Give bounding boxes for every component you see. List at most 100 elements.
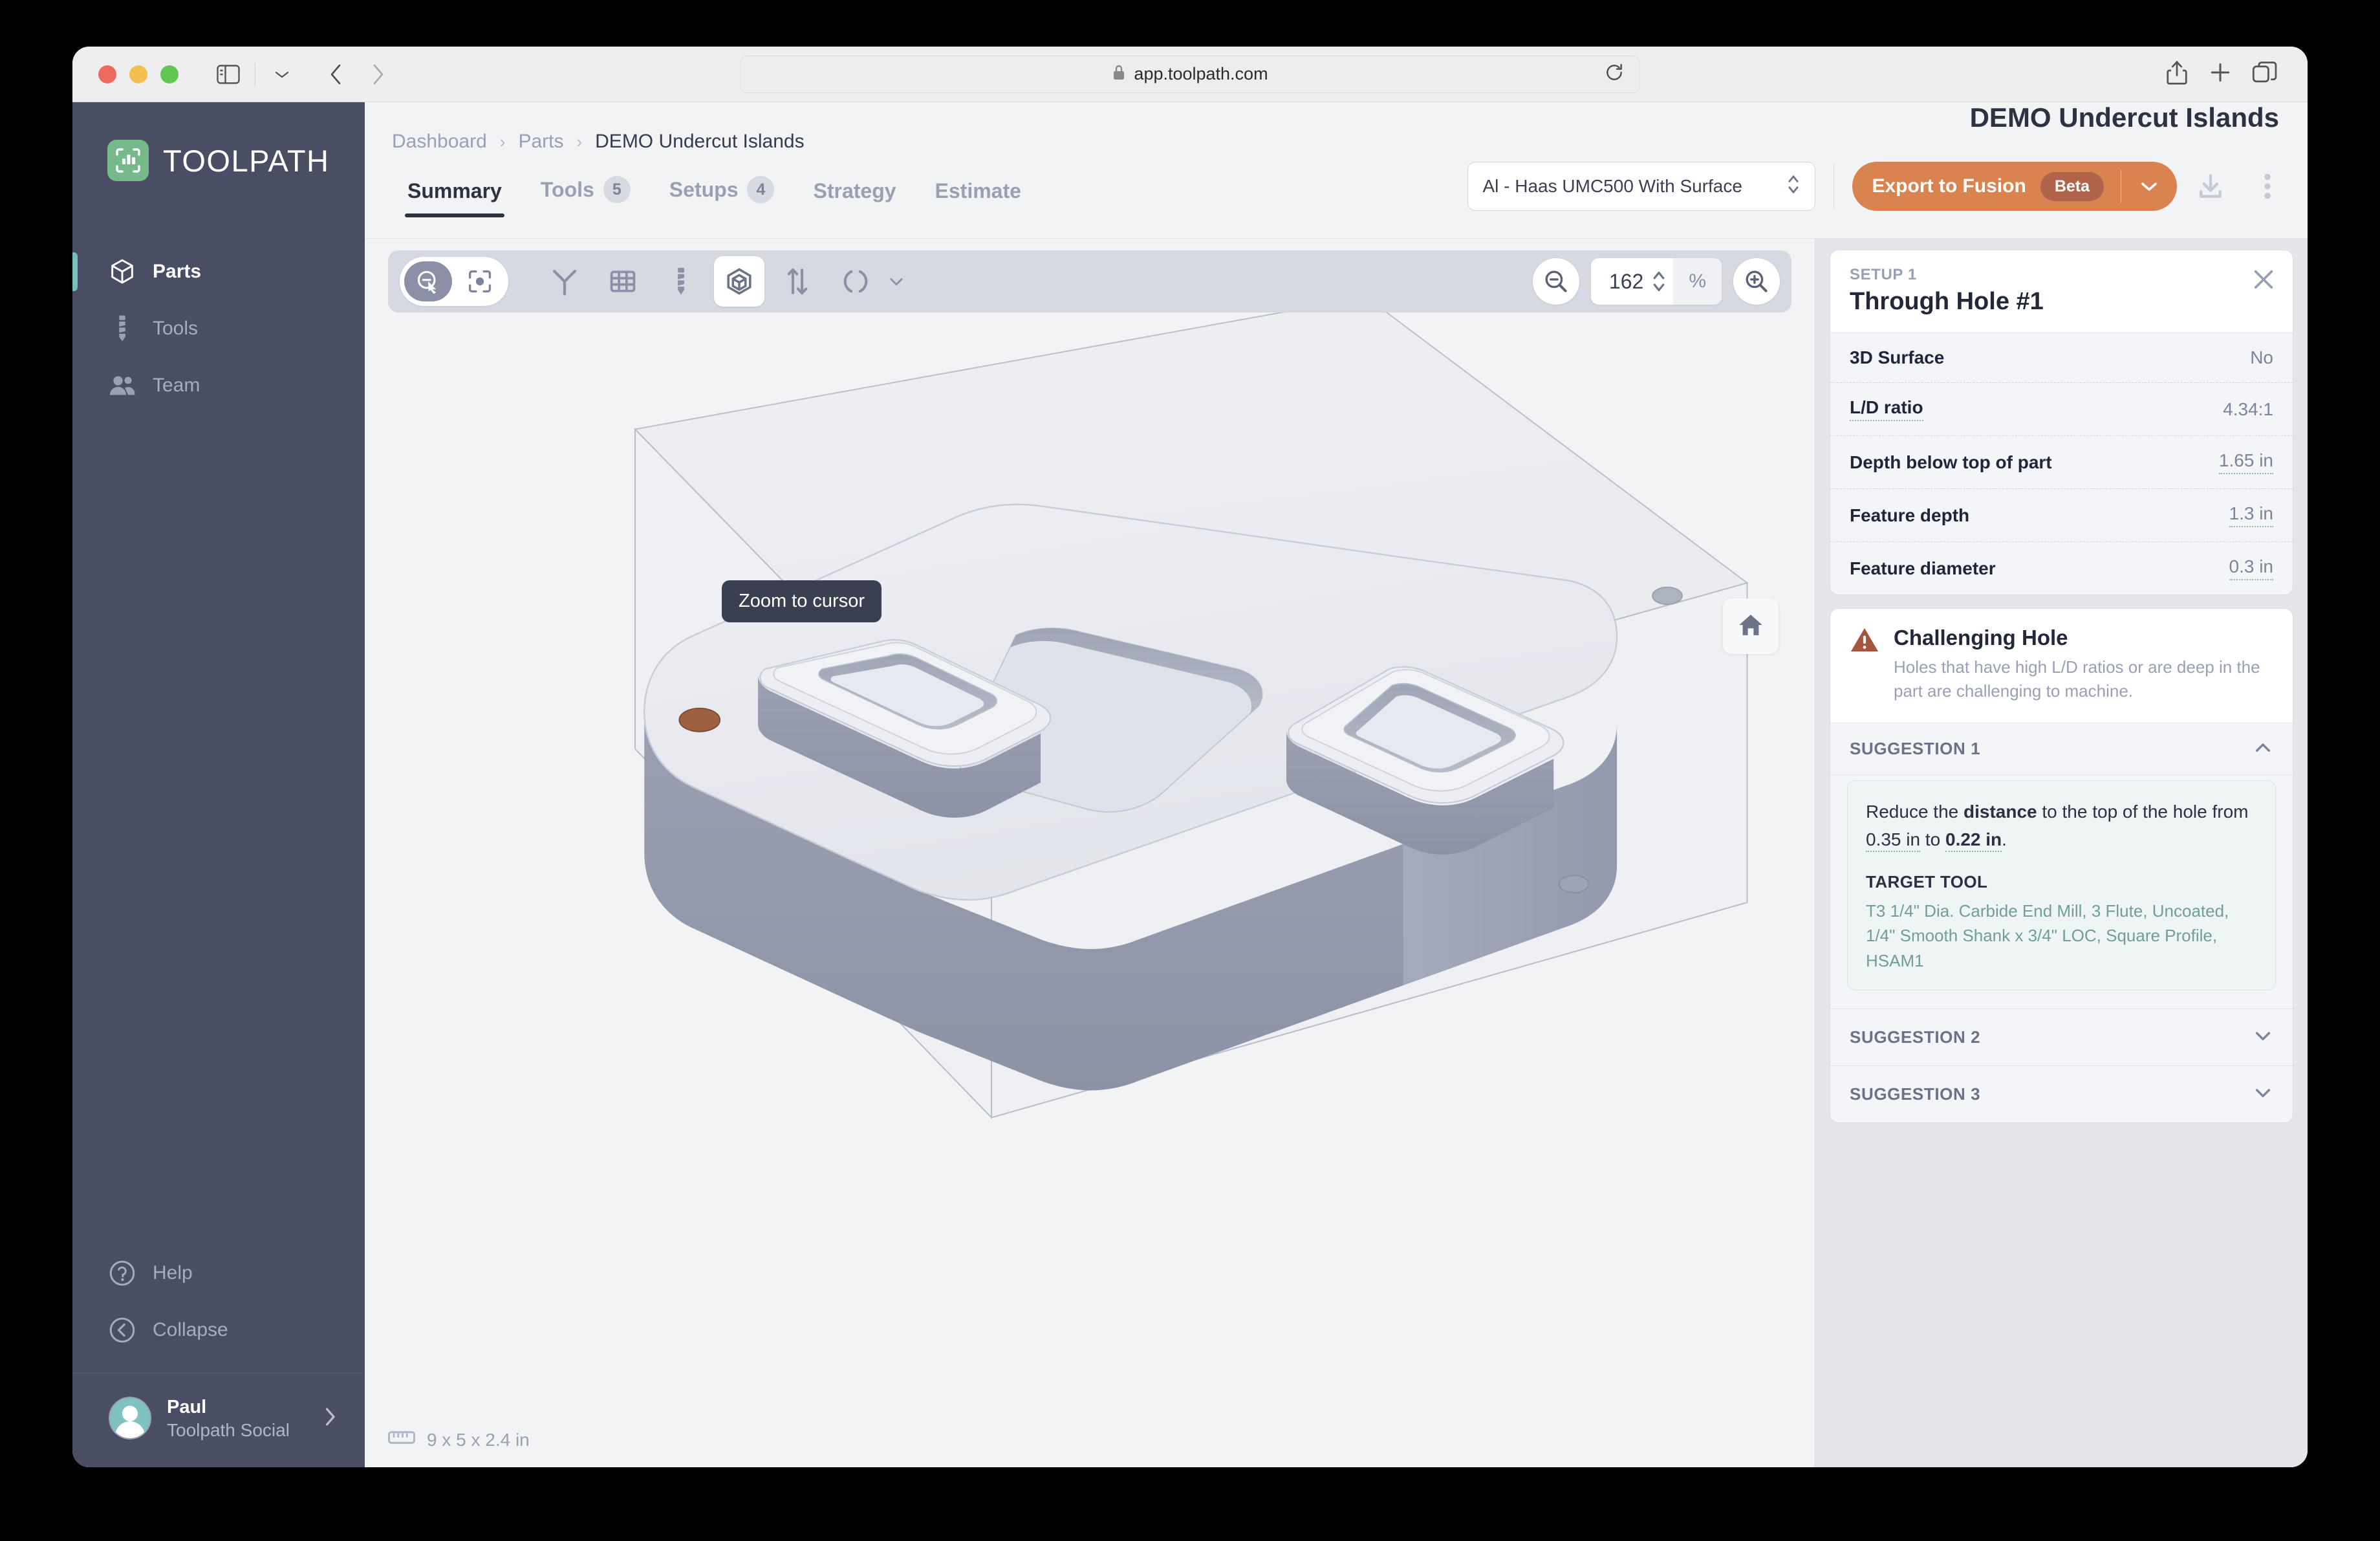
sidebar-item-tools[interactable]: Tools [72, 300, 365, 357]
property-key[interactable]: L/D ratio [1850, 397, 1923, 421]
tab-badge: 5 [603, 176, 631, 203]
close-icon[interactable] [2253, 268, 2275, 294]
tab-tools[interactable]: Tools 5 [521, 176, 650, 217]
chevron-down-icon[interactable] [2253, 1084, 2273, 1104]
zoom-to-fit-icon[interactable] [456, 261, 504, 301]
breadcrumb-separator: › [500, 132, 506, 152]
suggestion-2-header[interactable]: SUGGESTION 2 [1830, 1009, 2293, 1066]
browser-chrome: app.toolpath.com [72, 47, 2308, 102]
breadcrumb-item-parts[interactable]: Parts [518, 131, 563, 153]
chevron-updown-icon [1786, 171, 1801, 202]
maximize-window-button[interactable] [160, 65, 178, 83]
part-3d-model [365, 239, 1815, 1345]
tab-overview-icon[interactable] [2252, 60, 2278, 88]
setup-label: SETUP 1 [1850, 266, 2273, 284]
export-dropdown-chevron-down-icon[interactable] [2121, 180, 2177, 193]
suggestion-text: Reduce the distance to the top of the ho… [1866, 798, 2257, 854]
axis-icon[interactable] [539, 256, 590, 307]
chevron-left-circle-icon [109, 1317, 136, 1344]
page-header: Dashboard › Parts › DEMO Undercut Island… [365, 102, 2308, 217]
user-account-button[interactable]: Paul Toolpath Social [72, 1373, 365, 1467]
tab-estimate[interactable]: Estimate [916, 179, 1041, 217]
tab-label: Summary [407, 179, 502, 203]
home-icon [1736, 610, 1766, 643]
main-area: Dashboard › Parts › DEMO Undercut Island… [365, 102, 2308, 1467]
sidebar-item-label: Collapse [153, 1319, 228, 1341]
browser-window: app.toolpath.com [72, 47, 2308, 1467]
target-tool-label: TARGET TOOL [1866, 872, 2257, 892]
download-icon[interactable] [2187, 163, 2234, 210]
minimize-window-button[interactable] [129, 65, 147, 83]
tab-summary[interactable]: Summary [388, 179, 521, 217]
tool-icon[interactable] [656, 256, 706, 307]
grid-icon[interactable] [598, 256, 648, 307]
tab-setups[interactable]: Setups 4 [650, 176, 794, 217]
lock-icon [1112, 63, 1126, 85]
close-window-button[interactable] [98, 65, 116, 83]
suggestion-1-header[interactable]: SUGGESTION 1 [1830, 723, 2293, 775]
property-row: Feature diameter 0.3 in [1830, 542, 2293, 595]
chevron-down-icon[interactable] [265, 57, 299, 92]
sidebar-item-label: Help [153, 1262, 193, 1284]
part-solid-icon[interactable] [714, 256, 764, 307]
sidebar-item-parts[interactable]: Parts [72, 243, 365, 300]
breadcrumb-item-dashboard[interactable]: Dashboard [392, 131, 487, 153]
viewer-toolbar: 162 % [388, 250, 1791, 312]
zoom-to-cursor-icon[interactable] [404, 261, 452, 301]
window-traffic-lights[interactable] [98, 65, 178, 83]
sidebar-item-collapse[interactable]: Collapse [72, 1302, 365, 1359]
suggestion-3-header[interactable]: SUGGESTION 3 [1830, 1066, 2293, 1122]
share-icon[interactable] [2165, 59, 2189, 89]
flip-icon[interactable] [772, 256, 823, 307]
chevron-right-icon [322, 1405, 338, 1432]
zoom-stepper[interactable] [1651, 267, 1673, 296]
property-value[interactable]: 1.65 in [2219, 450, 2273, 474]
suggestion-label: SUGGESTION 2 [1850, 1027, 1980, 1047]
sidebar-item-label: Tools [153, 318, 198, 340]
breadcrumb-separator: › [576, 132, 582, 152]
property-key: Feature diameter [1850, 558, 1996, 579]
property-value[interactable]: 1.3 in [2229, 503, 2274, 527]
sidebar-item-team[interactable]: Team [72, 357, 365, 414]
question-circle-icon [109, 1260, 136, 1287]
more-vertical-icon[interactable] [2244, 163, 2291, 210]
zoom-level-input[interactable]: 162 % [1591, 258, 1722, 305]
breadcrumb-item-current: DEMO Undercut Islands [595, 131, 804, 153]
zoom-unit: % [1673, 258, 1722, 305]
tab-strategy[interactable]: Strategy [794, 179, 915, 217]
back-chevron-icon[interactable] [319, 57, 354, 92]
chevron-down-icon[interactable] [881, 256, 912, 307]
warning-card: Challenging Hole Holes that have high L/… [1830, 608, 2293, 1123]
property-value[interactable]: 0.3 in [2229, 556, 2274, 580]
sidebar-item-help[interactable]: Help [72, 1245, 365, 1302]
suggestion-value-to[interactable]: 0.22 in [1945, 829, 2002, 852]
zoom-in-icon[interactable] [1733, 258, 1780, 305]
reload-icon[interactable] [1604, 62, 1625, 86]
suggestion-value-from[interactable]: 0.35 in [1866, 829, 1920, 852]
plus-icon[interactable] [2208, 60, 2233, 88]
zoom-mode-segmented-control[interactable] [400, 257, 508, 306]
suggestion-text-end: . [2002, 829, 2007, 849]
chevron-down-icon[interactable] [2253, 1027, 2273, 1047]
machine-select[interactable]: Al - Haas UMC500 With Surface [1467, 162, 1815, 211]
tab-label: Estimate [935, 179, 1021, 203]
forward-chevron-icon[interactable] [360, 57, 395, 92]
target-tool-value[interactable]: T3 1/4" Dia. Carbide End Mill, 3 Flute, … [1866, 899, 2257, 973]
rotate-icon[interactable] [830, 256, 881, 307]
home-view-button[interactable] [1723, 598, 1779, 654]
avatar [109, 1397, 151, 1439]
part-dimensions: 9 x 5 x 2.4 in [388, 1429, 530, 1450]
warning-triangle-icon [1850, 626, 1879, 703]
warning-title: Challenging Hole [1894, 626, 2273, 650]
export-to-fusion-button[interactable]: Export to Fusion Beta [1852, 162, 2177, 211]
brand[interactable]: TOOLPATH [72, 102, 365, 181]
page-title: DEMO Undercut Islands [1970, 102, 2279, 133]
zoom-out-icon[interactable] [1533, 258, 1579, 305]
model-viewer[interactable]: 162 % Zoom to cursor [365, 238, 1815, 1467]
address-bar[interactable]: app.toolpath.com [741, 56, 1639, 93]
sidebar-toggle-icon[interactable] [211, 57, 246, 92]
zoom-value: 162 [1591, 270, 1651, 294]
user-name: Paul [167, 1395, 290, 1419]
content-area: 162 % Zoom to cursor [365, 217, 2308, 1467]
chevron-up-icon[interactable] [2253, 739, 2273, 759]
